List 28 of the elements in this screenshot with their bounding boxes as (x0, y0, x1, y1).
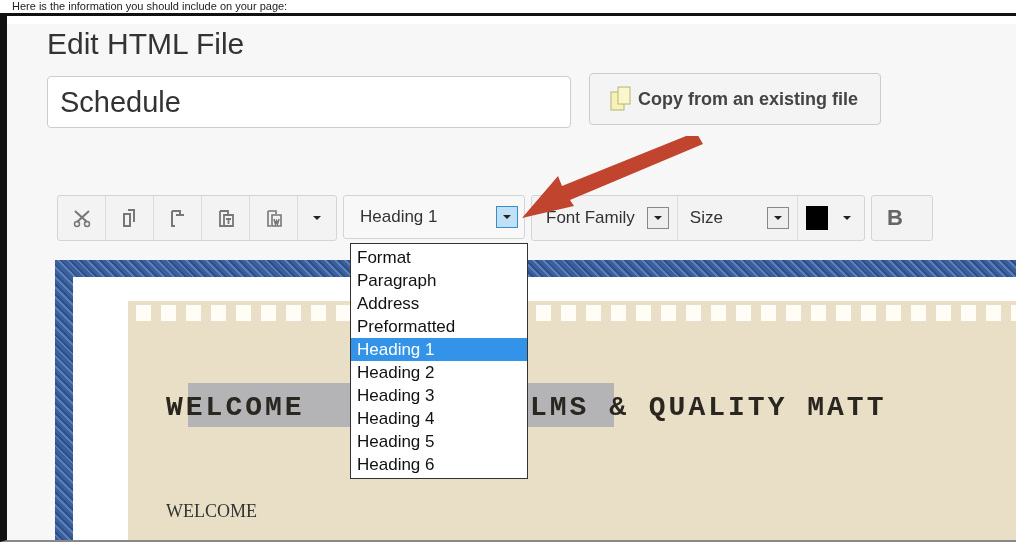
caret-icon[interactable] (841, 215, 852, 221)
menu-item[interactable]: Heading 4 (351, 407, 527, 430)
menu-item[interactable]: Paragraph (351, 269, 527, 292)
dropdown-button[interactable] (646, 207, 669, 229)
menu-item[interactable]: Heading 2 (351, 361, 527, 384)
copy-button[interactable]: Copy from an existing file (589, 73, 882, 125)
caret-icon (772, 215, 783, 221)
file-name-field[interactable]: Schedule (47, 76, 571, 128)
text-color-swatch[interactable] (805, 206, 828, 230)
size-select-value: Size (689, 208, 723, 228)
page-title: Edit HTML File (47, 26, 246, 62)
menu-item[interactable]: Format (351, 246, 527, 269)
menu-item[interactable]: Heading 3 (351, 384, 527, 407)
font-family-select-value: Font Family (546, 208, 635, 228)
dropdown-button[interactable] (496, 206, 518, 228)
caret-icon (502, 214, 512, 220)
subheading-text: WELCOME (166, 501, 258, 522)
documents-icon (610, 86, 632, 112)
menu-item[interactable]: Heading 6 (351, 453, 527, 476)
heading-text: LMS & QUALITY MATT (530, 391, 887, 423)
heading-text: WELCOME (166, 391, 306, 423)
menu-item[interactable]: Heading 5 (351, 430, 527, 453)
menu-item[interactable]: Address (351, 292, 527, 315)
menu-item[interactable]: Preformatted (351, 315, 527, 338)
format-select[interactable]: Heading 1 (343, 195, 525, 239)
caption-text: Here is the information you should include on your page: (11, 0, 289, 13)
dropdown-button[interactable] (766, 207, 789, 229)
caret-icon (652, 215, 663, 221)
